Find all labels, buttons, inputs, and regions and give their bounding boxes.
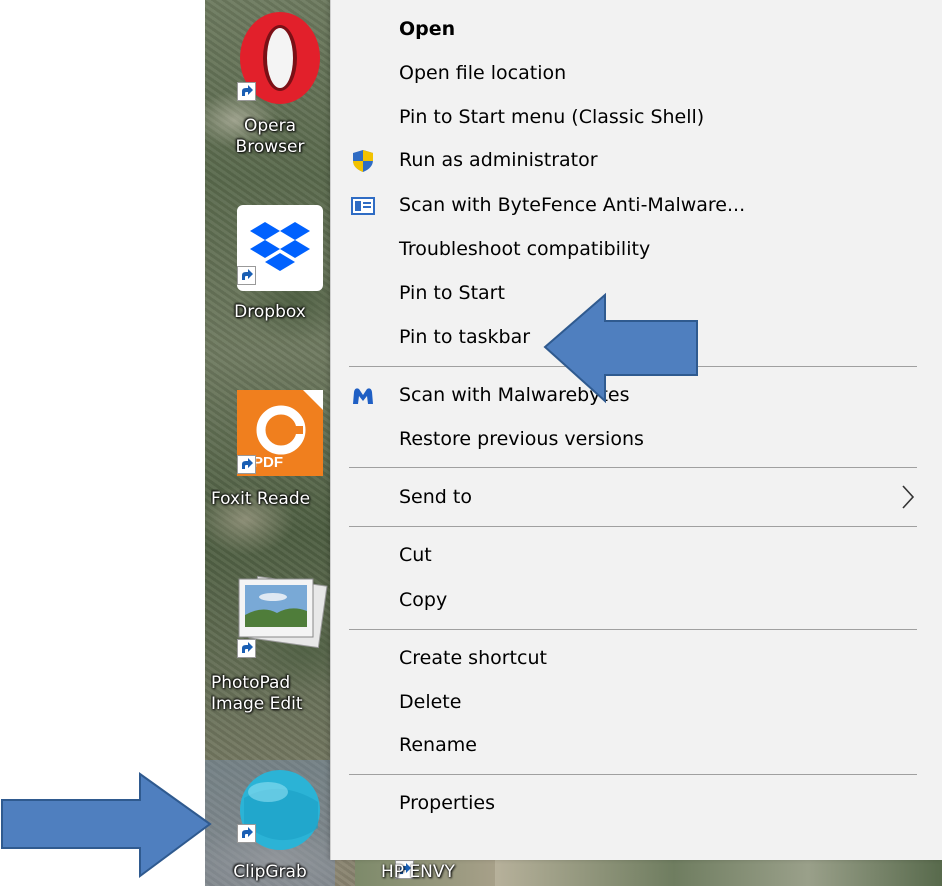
menu-item-run-as-administrator[interactable]: Run as administrator <box>331 141 931 181</box>
menu-separator <box>349 629 917 630</box>
menu-item-label: Scan with ByteFence Anti-Malware... <box>399 194 746 216</box>
menu-item-label: Cut <box>399 544 432 566</box>
menu-item-open[interactable]: Open <box>331 10 931 50</box>
menu-item-cut[interactable]: Cut <box>331 536 931 576</box>
menu-item-scan-with-bytefence[interactable]: Scan with ByteFence Anti-Malware... <box>331 186 931 226</box>
annotation-arrow-left-pointing <box>543 292 698 404</box>
menu-item-copy[interactable]: Copy <box>331 581 931 621</box>
shortcut-arrow-icon <box>237 82 256 101</box>
menu-item-troubleshoot-compatibility[interactable]: Troubleshoot compatibility <box>331 230 931 270</box>
desktop-icon-label: PhotoPad Image Edit <box>211 673 303 714</box>
desktop-icon-opera[interactable]: Opera Browser <box>205 0 335 180</box>
menu-item-rename[interactable]: Rename <box>331 726 931 766</box>
malwarebytes-icon <box>353 388 373 404</box>
menu-item-label: Pin to Start <box>399 282 505 304</box>
desktop-icon-foxit[interactable]: PDF Foxit Reade <box>205 385 335 515</box>
menu-item-properties[interactable]: Properties <box>331 784 931 824</box>
desktop-icon-photopad[interactable]: PhotoPad Image Edit <box>205 575 335 735</box>
annotation-arrow-right-pointing <box>1 772 212 878</box>
menu-item-label: Run as administrator <box>399 149 598 171</box>
menu-separator <box>349 774 917 775</box>
menu-item-label: Properties <box>399 792 496 814</box>
menu-separator <box>349 467 917 468</box>
menu-item-label: Delete <box>399 691 462 713</box>
menu-item-label: Restore previous versions <box>399 428 644 450</box>
desktop-icon-label: HP ENVY <box>381 862 455 882</box>
menu-item-restore-previous-versions[interactable]: Restore previous versions <box>331 420 931 460</box>
desktop-background <box>495 860 942 886</box>
desktop-icon-label: Foxit Reade <box>211 489 311 509</box>
menu-item-label: Open file location <box>399 62 567 84</box>
menu-item-label: Copy <box>399 589 448 611</box>
menu-item-create-shortcut[interactable]: Create shortcut <box>331 639 931 679</box>
uac-shield-icon <box>353 150 373 172</box>
menu-item-open-file-location[interactable]: Open file location <box>331 54 931 94</box>
menu-item-label: Pin to taskbar <box>399 326 531 348</box>
menu-separator <box>349 526 917 527</box>
menu-item-label: Pin to Start menu (Classic Shell) <box>399 106 705 128</box>
bytefence-icon <box>351 197 375 215</box>
menu-item-pin-to-start-menu-classic-shell[interactable]: Pin to Start menu (Classic Shell) <box>331 98 931 138</box>
chevron-right-icon <box>902 485 915 509</box>
shortcut-arrow-icon <box>237 455 256 474</box>
menu-item-label: Send to <box>399 486 472 508</box>
shortcut-arrow-icon <box>237 824 256 843</box>
shortcut-arrow-icon <box>237 639 256 658</box>
menu-item-send-to[interactable]: Send to <box>331 478 931 518</box>
desktop-icon-dropbox[interactable]: Dropbox <box>205 200 335 330</box>
desktop-icon-label: Opera Browser <box>235 116 305 157</box>
desktop-icon-label: ClipGrab <box>233 862 307 882</box>
menu-item-label: Create shortcut <box>399 647 547 669</box>
desktop-icon-hp-envy[interactable]: HP ENVY <box>355 860 495 886</box>
pdf-badge: PDF <box>253 454 283 471</box>
shortcut-arrow-icon <box>237 266 256 285</box>
menu-item-label: Troubleshoot compatibility <box>399 238 651 260</box>
menu-item-delete[interactable]: Delete <box>331 683 931 723</box>
menu-item-label: Open <box>399 18 456 40</box>
desktop-icon-clipgrab[interactable]: ClipGrab <box>205 760 335 886</box>
dropbox-icon <box>250 222 310 271</box>
menu-item-label: Rename <box>399 734 477 756</box>
desktop-icon-label: Dropbox <box>234 302 306 322</box>
context-menu: Open Open file location Pin to Start men… <box>330 0 942 860</box>
